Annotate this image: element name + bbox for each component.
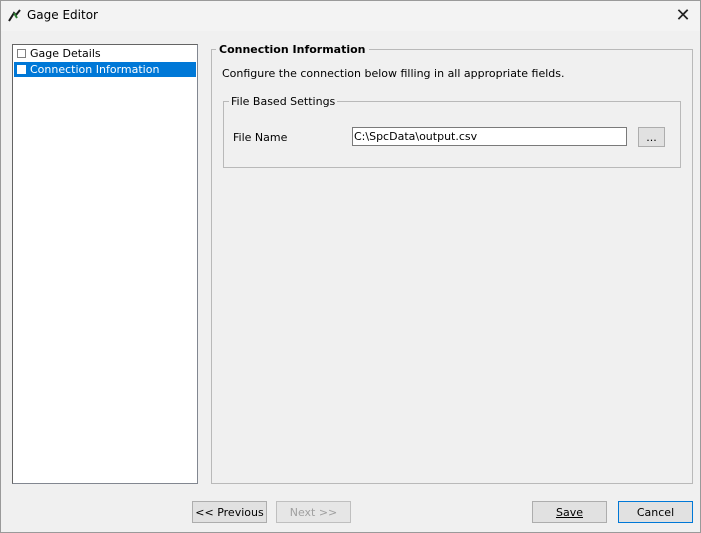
save-button[interactable]: Save (532, 501, 607, 523)
gage-app-icon (8, 9, 22, 23)
browse-button[interactable]: ... (638, 127, 665, 147)
checkbox-icon (17, 65, 26, 74)
panel-description: Configure the connection below filling i… (222, 67, 565, 80)
previous-button[interactable]: << Previous (192, 501, 267, 523)
file-name-label: File Name (233, 131, 288, 144)
cancel-button[interactable]: Cancel (618, 501, 693, 523)
group-title: File Based Settings (229, 95, 338, 108)
next-button[interactable]: Next >> (276, 501, 351, 523)
tree-item-label: Gage Details (30, 47, 101, 60)
checkbox-icon (17, 49, 26, 58)
tree-item-gage-details[interactable]: Gage Details (14, 46, 196, 61)
close-icon: ✕ (675, 5, 691, 26)
file-name-input[interactable]: C:\SpcData\output.csv (352, 127, 627, 146)
title-bar[interactable]: Gage Editor ✕ (1, 1, 700, 31)
tree-item-connection-information[interactable]: Connection Information (14, 62, 196, 77)
navigation-tree[interactable]: Gage Details Connection Information (12, 44, 198, 484)
close-button[interactable]: ✕ (666, 1, 700, 30)
tree-item-label: Connection Information (30, 63, 160, 76)
panel-title: Connection Information (216, 43, 369, 56)
window-title: Gage Editor (27, 8, 98, 22)
